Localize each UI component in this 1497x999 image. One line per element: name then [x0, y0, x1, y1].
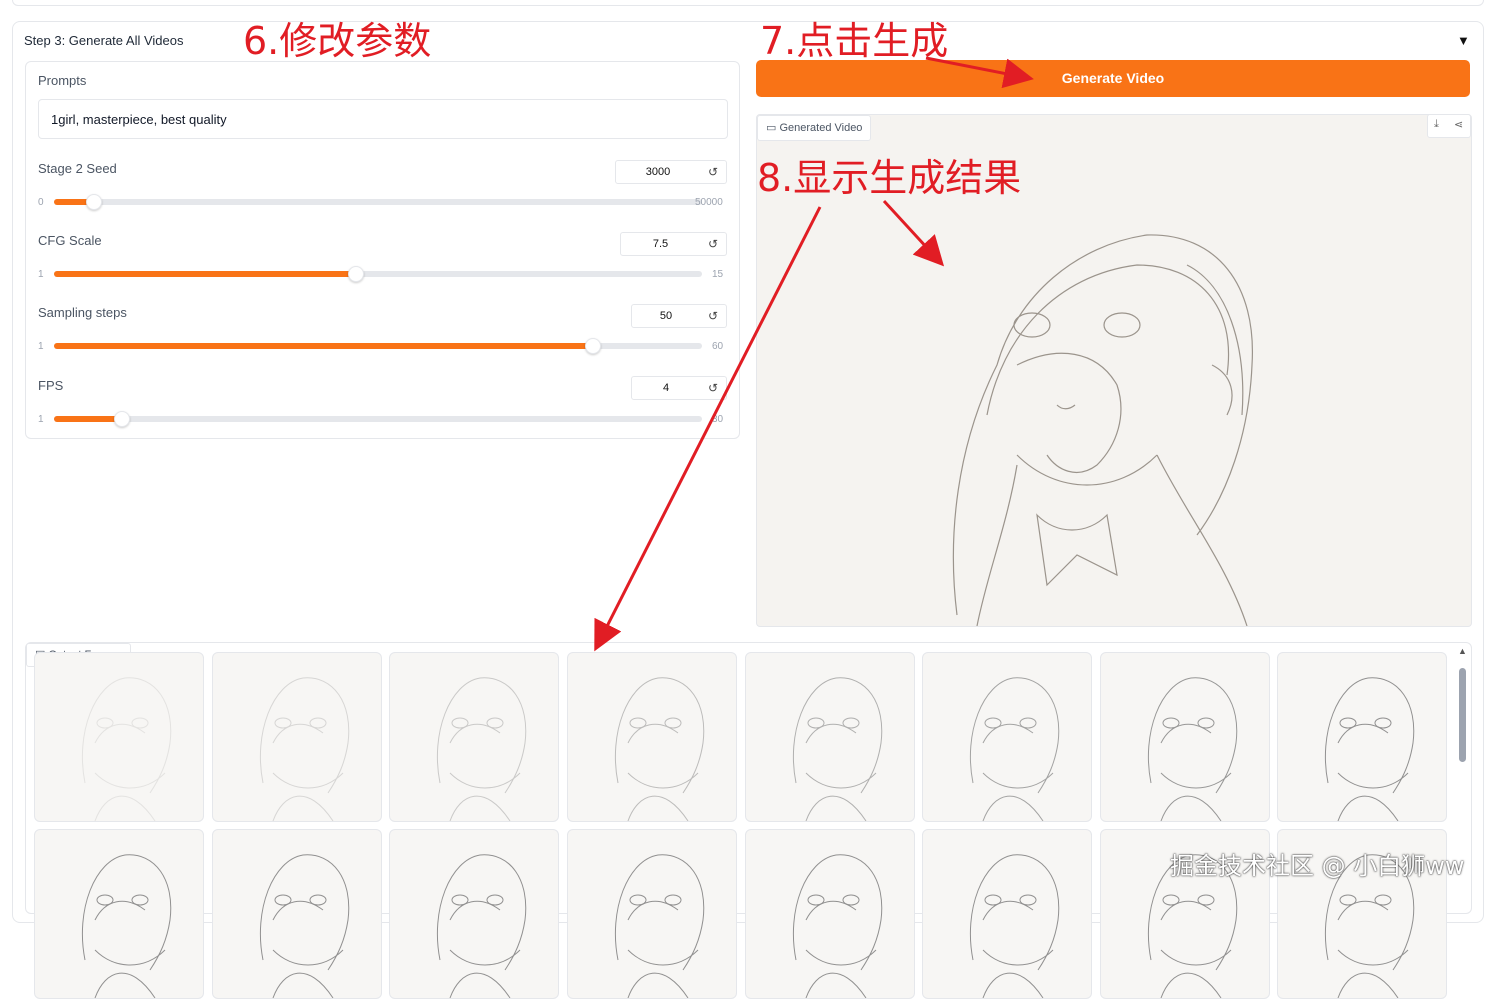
arrow-to-frames — [594, 206, 822, 652]
arrow-to-video — [882, 199, 945, 267]
annotation-arrows — [594, 56, 1034, 652]
watermark: 掘金技术社区 @ 小白狮ww — [1170, 852, 1465, 880]
arrow-to-generate — [925, 56, 1034, 89]
